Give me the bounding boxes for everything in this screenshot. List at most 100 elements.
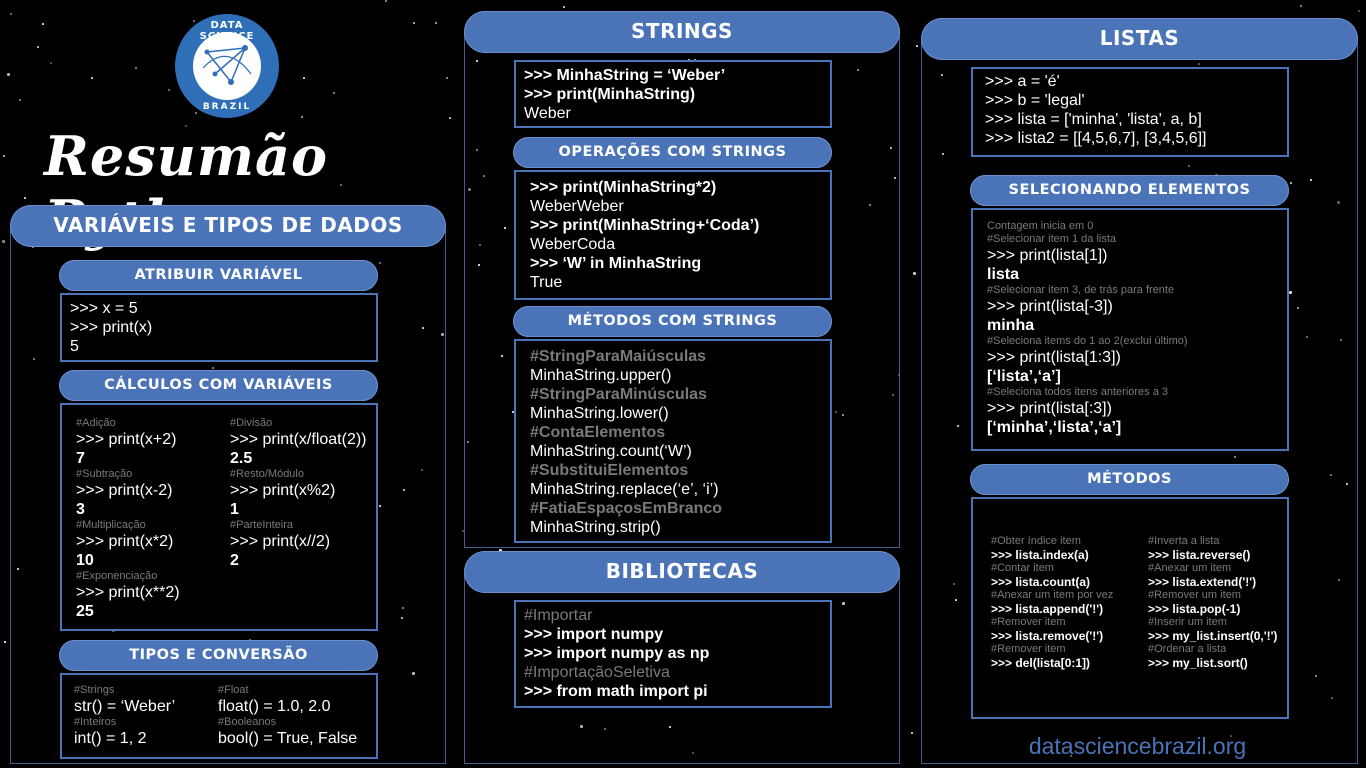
code-line: >>> lista.pop(-1)	[1148, 602, 1241, 616]
star-dot	[4, 641, 6, 643]
metodos-strings-box: #StringParaMaiúsculas MinhaString.upper(…	[514, 339, 832, 543]
star-dot	[42, 23, 44, 25]
star-dot	[24, 197, 26, 199]
code-line: MinhaString.strip()	[530, 519, 661, 536]
code-line: >>> print(x*2)	[76, 533, 174, 550]
star-dot	[91, 77, 93, 79]
comment: #Selecionar item 3, de trás para frente	[987, 284, 1175, 296]
bibliotecas-box: #Importar >>> import numpy >>> import nu…	[514, 600, 832, 708]
code-line: >>> print(lista[1:3])	[987, 349, 1121, 366]
code-line: >>> a = 'é'	[985, 73, 1060, 90]
code-line: >>> b = 'legal'	[985, 92, 1085, 109]
star-dot	[1358, 10, 1360, 12]
comment: #Remover item	[991, 643, 1066, 655]
comment: #Selecionar item 1 da lista	[987, 233, 1117, 245]
bibliotecas-header: BIBLIOTECAS	[464, 551, 900, 593]
code-line: >>> MinhaString = ‘Weber’	[524, 67, 726, 84]
comment: #Float	[218, 684, 249, 696]
comment: #Contar item	[991, 562, 1054, 574]
comment: #ParteInteira	[230, 519, 293, 531]
footer-url[interactable]: datasciencebrazil.org	[1000, 733, 1275, 760]
code-line: >>> lista.index(a)	[991, 548, 1089, 562]
star-dot	[10, 13, 12, 15]
calc-item: #Adição >>> print(x+2) 7	[76, 417, 226, 468]
star-dot	[913, 272, 916, 275]
code-line: >>> from math import pi	[524, 683, 708, 700]
metodos-listas-box: #Obter índice item >>> lista.index(a) #C…	[971, 497, 1289, 719]
metodos-left-column: #Obter índice item >>> lista.index(a) #C…	[991, 535, 1141, 670]
logo-top-text: DATA SCIENCE	[199, 20, 255, 42]
calc-item: #Exponenciação >>> print(x**2) 25	[76, 570, 226, 621]
selecionando-header: SELECIONANDO ELEMENTOS	[970, 175, 1289, 206]
metodos-strings-header: MÉTODOS COM STRINGS	[513, 306, 832, 337]
code-result: 3	[76, 501, 85, 518]
comment: #Obter índice item	[991, 535, 1081, 547]
code-line: str() = ‘Weber’	[74, 698, 176, 715]
calc-item: #Divisão >>> print(x/float(2)) 2.5	[230, 417, 378, 468]
code-result: 7	[76, 450, 85, 467]
star-dot	[301, 116, 303, 118]
code-line: >>> print(x**2)	[76, 584, 180, 601]
code-result: 2.5	[230, 450, 253, 467]
code-result: 1	[230, 501, 239, 518]
star-dot	[7, 73, 10, 76]
star-dot	[19, 99, 21, 101]
star-dot	[303, 77, 305, 79]
star-dot	[37, 46, 39, 48]
star-dot	[168, 89, 170, 91]
logo: DATA SCIENCE BRAZIL	[171, 12, 283, 120]
code-line: >>> import numpy as np	[524, 645, 710, 662]
comment: #Seleciona todos itens anteriores a 3	[987, 386, 1169, 398]
code-line: >>> lista.append('!')	[991, 602, 1104, 616]
comment: #SubstituiElementos	[530, 462, 689, 479]
code-line: float() = 1.0, 2.0	[218, 698, 331, 715]
star-dot	[385, 0, 387, 2]
code-line: >>> print(x)	[70, 319, 153, 336]
star-dot	[50, 62, 52, 64]
comment: #StringParaMaiúsculas	[530, 348, 707, 365]
comment: #Strings	[74, 684, 115, 696]
comment: #Seleciona items do 1 ao 2(exclui último…	[987, 335, 1188, 347]
operacoes-header: OPERAÇÕES COM STRINGS	[513, 137, 832, 168]
code-line: bool() = True, False	[218, 730, 358, 747]
selecionando-box: Contagem inicia em 0 #Selecionar item 1 …	[971, 208, 1289, 451]
star-dot	[2, 240, 5, 243]
code-line: >>> lista2 = [[4,5,6,7], [3,4,5,6]]	[985, 130, 1207, 147]
comment: #Booleanos	[218, 716, 277, 728]
code-line: >>> ‘W’ in MinhaString	[530, 255, 702, 272]
code-line: MinhaString.lower()	[530, 405, 669, 422]
code-result: lista	[987, 266, 1020, 283]
code-line: >>> print(MinhaString+‘Coda’)	[530, 217, 760, 234]
calculos-right-column: #Divisão >>> print(x/float(2)) 2.5 #Rest…	[230, 417, 378, 570]
code-line: >>> lista = ['minha', 'lista', a, b]	[985, 111, 1202, 128]
comment: #ContaElementos	[530, 424, 666, 441]
comment: #Inserir um item	[1148, 616, 1227, 628]
page-title: Resumão Python	[44, 124, 329, 252]
comment: #Divisão	[230, 417, 273, 429]
star-dot	[563, 6, 565, 8]
code-line: MinhaString.replace(‘e’, ‘i’)	[530, 481, 719, 498]
comment: #Inteiros	[74, 716, 117, 728]
logo-bottom-text: BRAZIL	[202, 102, 252, 112]
comment: #Ordenar a lista	[1148, 643, 1227, 655]
listas-intro-box: >>> a = 'é' >>> b = 'legal' >>> lista = …	[971, 67, 1289, 157]
note: Contagem inicia em 0	[987, 220, 1094, 232]
code-line: >>> x = 5	[70, 300, 138, 317]
star-dot	[135, 67, 137, 69]
code-result: 5	[70, 338, 79, 355]
code-result: minha	[987, 317, 1035, 334]
comment: #Resto/Módulo	[230, 468, 304, 480]
code-line: >>> print(MinhaString)	[524, 86, 696, 103]
code-result: [‘minha’,‘lista’,‘a’]	[987, 419, 1122, 436]
star-dot	[916, 45, 918, 47]
code-result: 2	[230, 552, 239, 569]
calc-item: #ParteInteira >>> print(x//2) 2	[230, 519, 378, 570]
star-dot	[3, 155, 5, 157]
code-line: >>> lista.reverse()	[1148, 548, 1251, 562]
comment: #Adição	[76, 417, 116, 429]
code-result: 25	[76, 603, 94, 620]
comment: #StringParaMinúsculas	[530, 386, 707, 403]
atribuir-header: ATRIBUIR VARIÁVEL	[59, 260, 378, 291]
variaveis-header: VARIÁVEIS E TIPOS DE DADOS	[10, 205, 446, 247]
code-line: >>> print(lista[:3])	[987, 400, 1112, 417]
